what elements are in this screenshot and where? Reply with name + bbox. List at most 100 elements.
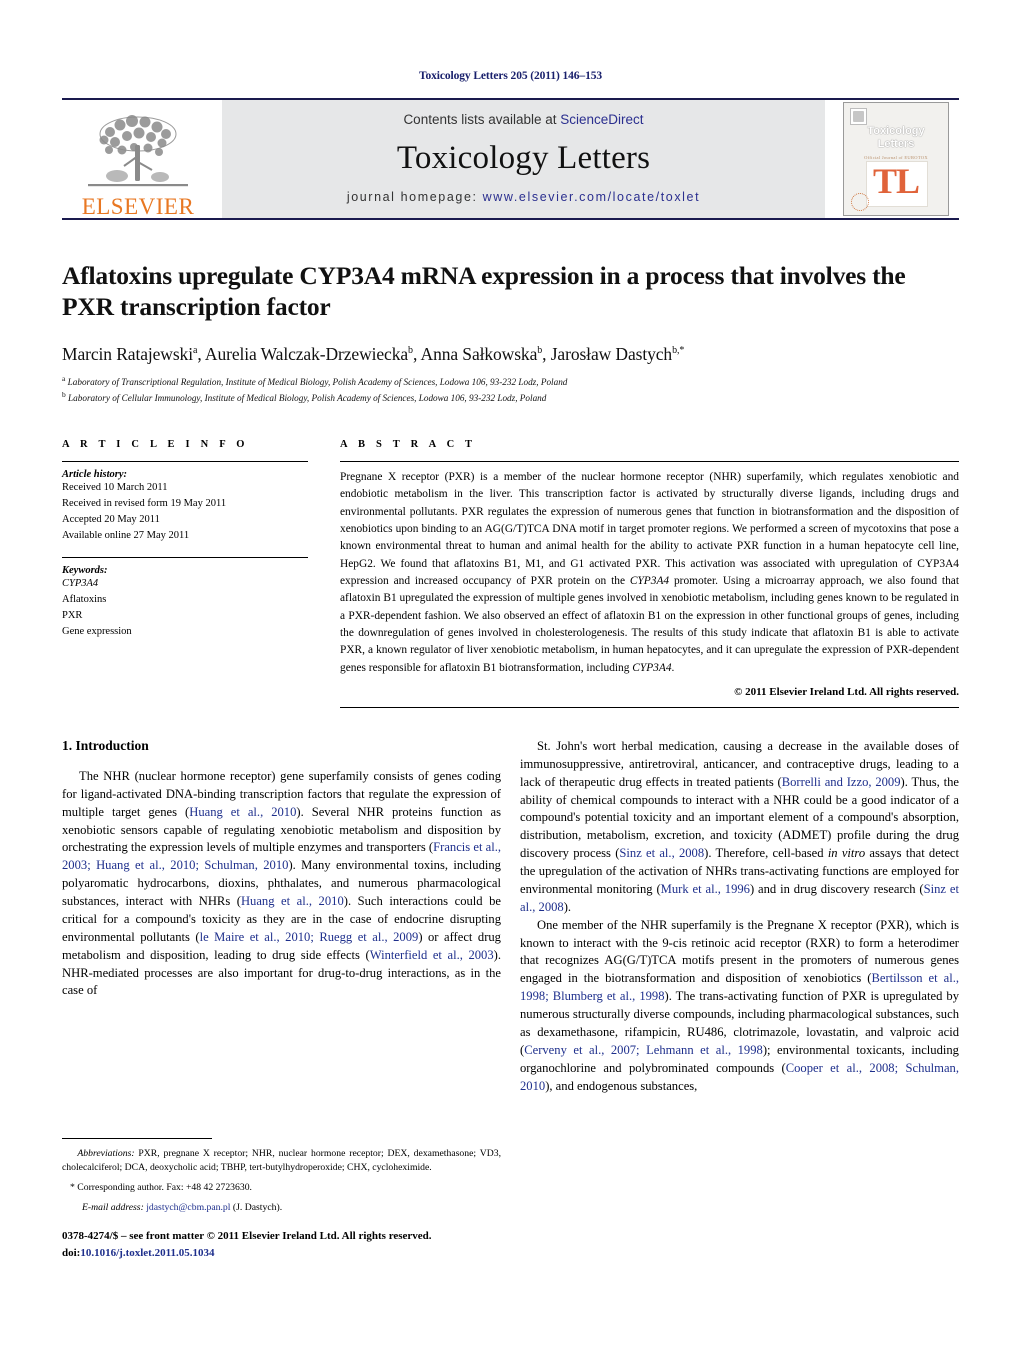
- abstract-bottom-rule: [340, 706, 959, 708]
- body-text: ), and endogenous substances,: [545, 1078, 698, 1093]
- author-name: Anna Sałkowska: [420, 344, 538, 365]
- affiliation-text: Laboratory of Cellular Immunology, Insti…: [68, 392, 547, 403]
- author-name: Jarosław Dastych: [550, 344, 673, 365]
- corresponding-author-footnote: * Corresponding author. Fax: +48 42 2723…: [62, 1181, 501, 1195]
- abstract-text: Pregnane X receptor (PXR) is a member of…: [340, 469, 959, 677]
- keyword-item: Aflatoxins: [62, 593, 107, 605]
- footer-issn-block: 0378-4274/$ – see front matter © 2011 El…: [62, 1228, 522, 1261]
- abstract-column: A B S T R A C T Pregnane X receptor (PXR…: [340, 439, 959, 708]
- body-text: ).: [563, 899, 572, 914]
- article-history-item: Accepted 20 May 2011: [62, 513, 160, 525]
- corresponding-mark: *: [70, 1181, 75, 1193]
- section-heading-introduction: 1. Introduction: [62, 737, 149, 753]
- affiliations: a Laboratory of Transcriptional Regulati…: [62, 374, 959, 405]
- citation-link[interactable]: Borrelli and Izzo, 2009: [782, 775, 901, 789]
- paragraph: The NHR (nuclear hormone receptor) gene …: [62, 768, 501, 1000]
- article-history-item: Received in revised form 19 May 2011: [62, 497, 227, 509]
- cover-elsevier-icon: [850, 108, 867, 125]
- author-name: Aurelia Walczak-Drzewiecka: [204, 344, 409, 365]
- doi-link[interactable]: 10.1016/j.toxlet.2011.05.1034: [80, 1247, 214, 1259]
- body-text: ) and in drug discovery research (: [749, 881, 924, 896]
- divider: [340, 461, 959, 463]
- homepage-prefix-text: journal homepage:: [346, 190, 483, 204]
- abstract-part-1: Pregnane X receptor (PXR) is a member of…: [340, 471, 959, 587]
- copyright-line: © 2011 Elsevier Ireland Ltd. All rights …: [734, 685, 959, 698]
- author-list: Marcin Ratajewskia, Aurelia Walczak-Drze…: [62, 344, 685, 365]
- corresponding-text: Corresponding author. Fax: +48 42 272363…: [77, 1181, 252, 1193]
- article-info-heading: A R T I C L E I N F O: [62, 439, 249, 451]
- journal-homepage-link[interactable]: www.elsevier.com/locate/toxlet: [483, 190, 701, 204]
- journal-masthead: ELSEVIER Contents lists available at Sci…: [62, 98, 959, 218]
- info-and-abstract: A R T I C L E I N F O Article history: R…: [62, 439, 959, 708]
- page-title: Aflatoxins upregulate CYP3A4 mRNA expres…: [62, 261, 906, 322]
- citation-link[interactable]: Cerveny et al., 2007; Lehmann et al., 19…: [524, 1043, 763, 1057]
- masthead-bottom-rule: [62, 218, 959, 220]
- citation-link[interactable]: Winterfield et al., 2003: [370, 948, 494, 962]
- abbreviations-footnote: Abbreviations: PXR, pregnane X receptor;…: [62, 1147, 501, 1175]
- footnotes-block: Abbreviations: PXR, pregnane X receptor;…: [62, 1138, 501, 1215]
- article-body: 1. Introduction The NHR (nuclear hormone…: [62, 738, 959, 1096]
- citation-link[interactable]: Huang et al., 2010: [189, 805, 296, 819]
- keyword-item: Gene expression: [62, 625, 132, 637]
- abbreviations-label: Abbreviations:: [77, 1148, 135, 1159]
- keywords-label: Keywords:: [62, 564, 108, 576]
- journal-article-page: Toxicology Letters 205 (2011) 146–153 EL…: [0, 0, 1021, 1351]
- citation-link[interactable]: Huang et al., 2010: [241, 894, 344, 908]
- contents-prefix-text: Contents lists available at: [403, 112, 561, 127]
- body-column-left: 1. Introduction The NHR (nuclear hormone…: [62, 738, 501, 1096]
- abstract-italic-gene: CYP3A4: [632, 661, 672, 674]
- author-affil-mark: b: [537, 345, 543, 357]
- affiliation-mark: a: [62, 374, 66, 384]
- elsevier-tree-icon: [88, 115, 188, 187]
- keyword-item: PXR: [62, 609, 83, 621]
- abstract-italic-gene: CYP3A4: [629, 575, 670, 587]
- cover-title-line2: Letters: [877, 137, 915, 150]
- cover-subtitle: Official Journal of EUROTOX: [864, 155, 928, 160]
- citation-link[interactable]: Sinz et al., 2008: [619, 846, 704, 860]
- journal-cover-thumbnail[interactable]: Toxicology Letters Official Journal of E…: [833, 100, 959, 218]
- email-footnote: E-mail address: jdastych@cbm.pan.pl (J. …: [62, 1201, 501, 1215]
- divider: [62, 556, 308, 558]
- cover-title-line1: Toxicology: [867, 125, 925, 137]
- doi-label: doi:: [62, 1246, 81, 1259]
- elsevier-wordmark: ELSEVIER: [81, 194, 195, 219]
- elsevier-logo: ELSEVIER: [62, 100, 214, 218]
- cover-title: Toxicology Letters: [844, 125, 948, 151]
- affiliation-mark: b: [62, 389, 66, 399]
- contents-available-line: Contents lists available at ScienceDirec…: [222, 112, 825, 127]
- author-name: Marcin Ratajewski: [62, 344, 193, 365]
- body-text: ). Therefore, cell-based: [704, 846, 828, 861]
- author-affil-mark: b: [408, 345, 413, 357]
- author-affil-mark: a: [192, 345, 198, 357]
- journal-title: Toxicology Letters: [396, 140, 651, 176]
- doi-line: doi:10.1016/j.toxlet.2011.05.1034: [62, 1245, 522, 1262]
- cover-image: Toxicology Letters Official Journal of E…: [843, 102, 949, 216]
- article-history-item: Received 10 March 2011: [62, 482, 168, 494]
- citation-link[interactable]: le Maire et al., 2010; Ruegg et al., 200…: [200, 930, 419, 944]
- affiliation-item: a Laboratory of Transcriptional Regulati…: [62, 374, 959, 389]
- body-column-right: St. John's wort herbal medication, causi…: [520, 738, 959, 1096]
- abstract-part-3: .: [671, 661, 675, 674]
- email-suffix: (J. Dastych).: [232, 1201, 283, 1213]
- keyword-item: CYP3A4: [62, 577, 99, 589]
- sciencedirect-link[interactable]: ScienceDirect: [560, 112, 643, 127]
- issn-line: 0378-4274/$ – see front matter © 2011 El…: [62, 1230, 432, 1242]
- article-info-column: A R T I C L E I N F O Article history: R…: [62, 439, 308, 708]
- email-label: E-mail address:: [82, 1201, 144, 1213]
- emphasis-text: in vitro: [827, 846, 866, 861]
- article-history-item: Available online 27 May 2011: [62, 529, 190, 541]
- running-head: Toxicology Letters 205 (2011) 146–153: [418, 70, 603, 82]
- footnote-divider: [62, 1138, 212, 1139]
- citation-link[interactable]: Murk et al., 1996: [661, 882, 750, 896]
- email-link[interactable]: jdastych@cbm.pan.pl: [146, 1202, 230, 1213]
- abstract-part-2: promoter. Using a microarray approach, w…: [340, 575, 959, 674]
- affiliation-item: b Laboratory of Cellular Immunology, Ins…: [62, 390, 959, 405]
- article-history-label: Article history:: [62, 469, 128, 481]
- cover-badge-icon: [851, 193, 869, 211]
- author-affil-mark: b,*: [672, 345, 685, 357]
- affiliation-text: Laboratory of Transcriptional Regulation…: [67, 377, 568, 388]
- abstract-heading: A B S T R A C T: [340, 439, 477, 451]
- journal-banner: Contents lists available at ScienceDirec…: [222, 100, 825, 218]
- divider: [62, 461, 308, 463]
- paragraph: St. John's wort herbal medication, causi…: [520, 738, 959, 917]
